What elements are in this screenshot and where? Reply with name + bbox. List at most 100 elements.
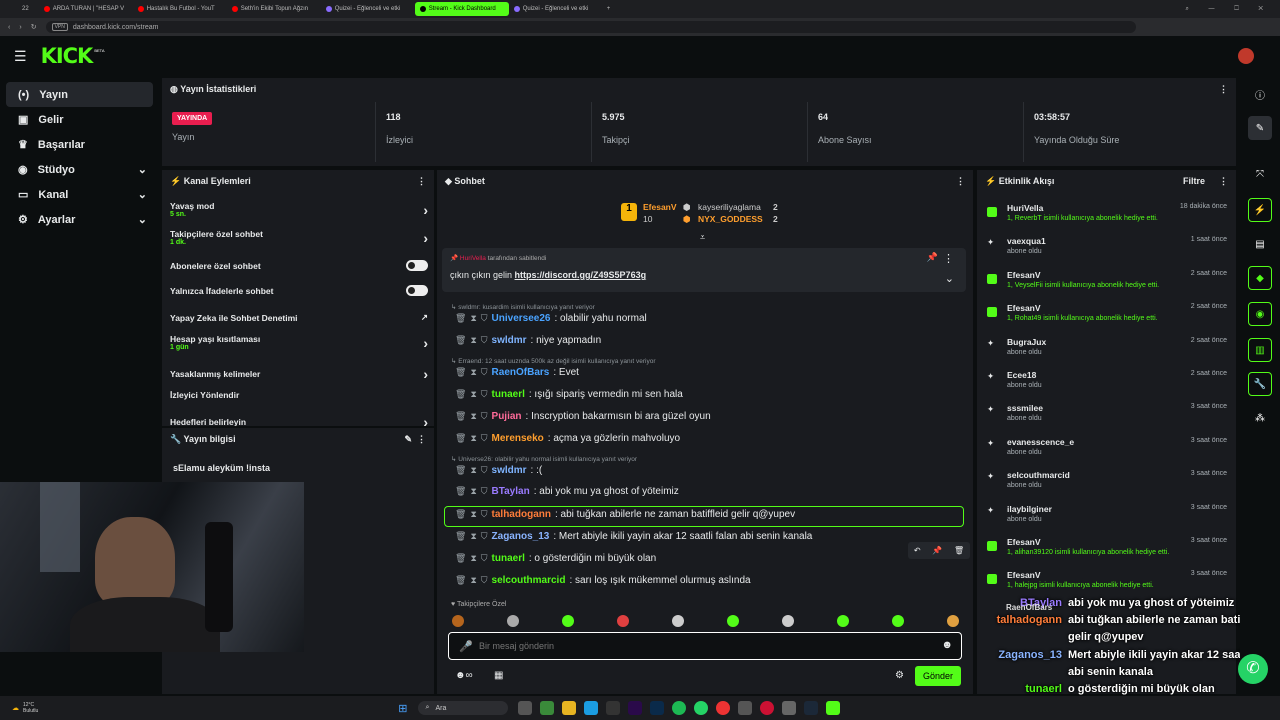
event-username[interactable]: EfesanV (1007, 270, 1041, 280)
whatsapp-icon[interactable]: ✆ (1238, 654, 1268, 684)
send-button[interactable]: Gönder (915, 666, 961, 686)
delete-icon[interactable]: 🗑 (455, 553, 466, 564)
menu-icon[interactable]: ☰ (14, 48, 27, 65)
reload-icon[interactable]: ↻ (31, 23, 37, 31)
gear-icon[interactable]: ⚙ (895, 670, 904, 681)
chat-username[interactable]: Zaganos_13 (492, 531, 550, 542)
browser-tab[interactable]: Seth'in Ekibi Topun Ağzın (227, 2, 321, 16)
delete-icon[interactable]: 🗑 (455, 433, 466, 444)
timeout-icon[interactable]: ⧗ (470, 553, 476, 564)
emote-icon[interactable] (837, 615, 849, 627)
address-bar[interactable]: VPN dashboard.kick.com/stream (45, 21, 1136, 33)
more-icon[interactable]: ⋮ (1219, 176, 1228, 186)
emote-icon[interactable] (672, 615, 684, 627)
event-item[interactable]: EfesanV 1, halejpg isimli kullanıcıya abo… (985, 570, 1231, 600)
gifter-name[interactable]: kayseriliyaglama (698, 202, 761, 212)
delete-icon[interactable]: 🗑 (954, 546, 964, 555)
pin-icon[interactable]: 📌 (927, 252, 938, 263)
event-item[interactable]: ✦ Ecee18 abone oldu 2 saat önce (985, 370, 1231, 400)
action-slow-mode[interactable]: Yavaş mod 5 sn. › (170, 201, 428, 218)
more-icon[interactable]: ⋮ (943, 252, 954, 265)
action-banned-words[interactable]: Yasaklanmış kelimeler › (170, 366, 428, 382)
event-username[interactable]: EfesanV (1007, 303, 1041, 313)
emote-icon[interactable] (782, 615, 794, 627)
emote-icon[interactable] (617, 615, 629, 627)
action-followers-only[interactable]: Takipçilere özel sohbet 1 dk. › (170, 229, 428, 246)
event-username[interactable]: Ecee18 (1007, 370, 1036, 380)
timeout-icon[interactable]: ⧗ (470, 575, 476, 586)
edit-icon[interactable]: ✎ (1248, 116, 1272, 140)
event-username[interactable]: EfesanV (1007, 537, 1041, 547)
chat-username[interactable]: tunaerl (492, 389, 525, 400)
event-username[interactable]: evanesscence_e (1007, 437, 1074, 447)
event-username[interactable]: BugraJux (1007, 337, 1046, 347)
event-username[interactable]: HuriVella (1007, 203, 1043, 213)
action-goals[interactable]: Hedefleri belirleyin › (170, 414, 428, 426)
delete-icon[interactable]: 🗑 (455, 531, 466, 542)
document-icon[interactable]: ▤ (1248, 232, 1272, 256)
event-item[interactable]: HuriVella 1, ReverbT isimli kullanıcıya a… (985, 203, 1231, 233)
emote-icon[interactable] (507, 615, 519, 627)
event-item[interactable]: EfesanV 1, VeyselFii isimli kullanıcıya a… (985, 270, 1231, 300)
emote-icon[interactable] (562, 615, 574, 627)
broadcast-icon[interactable]: ◉ (1248, 302, 1272, 326)
windows-start-icon[interactable]: ⊞ (398, 702, 407, 715)
chat-username[interactable]: swldmr (492, 335, 527, 346)
lightning-icon[interactable]: ⚡ (1248, 198, 1272, 222)
opera-icon[interactable] (759, 701, 774, 715)
delete-icon[interactable]: 🗑 (455, 367, 466, 378)
chat-username[interactable]: swldmr (492, 465, 527, 476)
whatsapp-taskbar-icon[interactable] (693, 701, 708, 715)
action-emotes-only[interactable]: Yalnızca İfadelerle sohbet (170, 285, 428, 296)
fullscreen-icon[interactable]: ⤧ (1248, 162, 1272, 186)
event-username[interactable]: EfesanV (1007, 570, 1041, 580)
chat-username[interactable]: Universee26 (492, 313, 551, 324)
chat-icon[interactable]: ◆ (1248, 266, 1272, 290)
emote-picker-icon[interactable]: ☻∞ (455, 670, 473, 681)
chat-username[interactable]: tunaerl (492, 553, 525, 564)
more-icon[interactable]: ⋮ (1219, 84, 1228, 95)
app-icon[interactable] (737, 701, 752, 715)
taskbar-search[interactable]: ⌕ Ara (417, 701, 508, 715)
toggle-switch[interactable] (406, 285, 428, 296)
delete-icon[interactable]: 🗑 (455, 465, 466, 476)
chat-username[interactable]: Merenseko (492, 433, 544, 444)
sidebar-item-basarilar[interactable]: ♛ Başarılar (6, 132, 153, 157)
browser-tab[interactable]: ARDA TURAN | "HESAP V (39, 2, 133, 16)
event-item[interactable]: EfesanV 1, alihan39120 isimli kullanıcıya… (985, 537, 1231, 567)
timeout-icon[interactable]: ⧗ (470, 486, 476, 497)
delete-icon[interactable]: 🗑 (455, 335, 466, 346)
layout-icon[interactable]: ▥ (1248, 338, 1272, 362)
delete-icon[interactable]: 🗑 (455, 486, 466, 497)
emote-icon[interactable] (727, 615, 739, 627)
action-raid[interactable]: İzleyici Yönlendir (170, 390, 428, 400)
app-icon[interactable] (781, 701, 796, 715)
browser-tab[interactable]: Quizei - Eğlenceli ve etki (509, 2, 603, 16)
pin-icon[interactable]: 📌 (932, 546, 942, 555)
sidebar-item-gelir[interactable]: ▣ Gelir (6, 107, 153, 132)
reply-icon[interactable]: ↶ (914, 546, 921, 555)
filter-button[interactable]: Filtre (1183, 176, 1205, 186)
timeout-icon[interactable]: ⧗ (470, 335, 476, 346)
back-icon[interactable]: ‹ (8, 24, 10, 31)
weather[interactable]: 12°C Bulutlu (23, 702, 38, 714)
timeout-icon[interactable]: ⧗ (470, 411, 476, 422)
action-subs-only[interactable]: Abonelere özel sohbet (170, 260, 428, 271)
event-item[interactable]: ✦ sssmilee abone oldu 3 saat önce (985, 403, 1231, 433)
emoji-icon[interactable]: ☻ (941, 639, 953, 651)
collapse-icon[interactable]: ⩡ (700, 232, 705, 243)
gifter-name[interactable]: NYX_GODDESS (698, 214, 763, 224)
delete-icon[interactable]: 🗑 (455, 575, 466, 586)
profile-avatar[interactable] (1238, 48, 1254, 64)
window-controls[interactable]: ⌕ — ☐ ✕ (1186, 6, 1272, 13)
action-account-age[interactable]: Hesap yaşı kısıtlaması 1 gün › (170, 334, 428, 351)
timeout-icon[interactable]: ⧗ (470, 465, 476, 476)
sidebar-item-ayarlar[interactable]: ⚙ Ayarlar ⌄ (6, 207, 153, 232)
delete-icon[interactable]: 🗑 (455, 313, 466, 324)
event-item[interactable]: ✦ ilaybilginer abone oldu 3 saat önce (985, 504, 1231, 534)
more-icon[interactable]: ⋮ (417, 176, 426, 187)
browser-tab[interactable]: Quizei - Eğlenceli ve etki (321, 2, 415, 16)
new-tab-icon[interactable]: + (607, 6, 611, 12)
store-icon[interactable]: ▦ (494, 670, 503, 681)
chat-username[interactable]: selcouthmarcid (492, 575, 566, 586)
